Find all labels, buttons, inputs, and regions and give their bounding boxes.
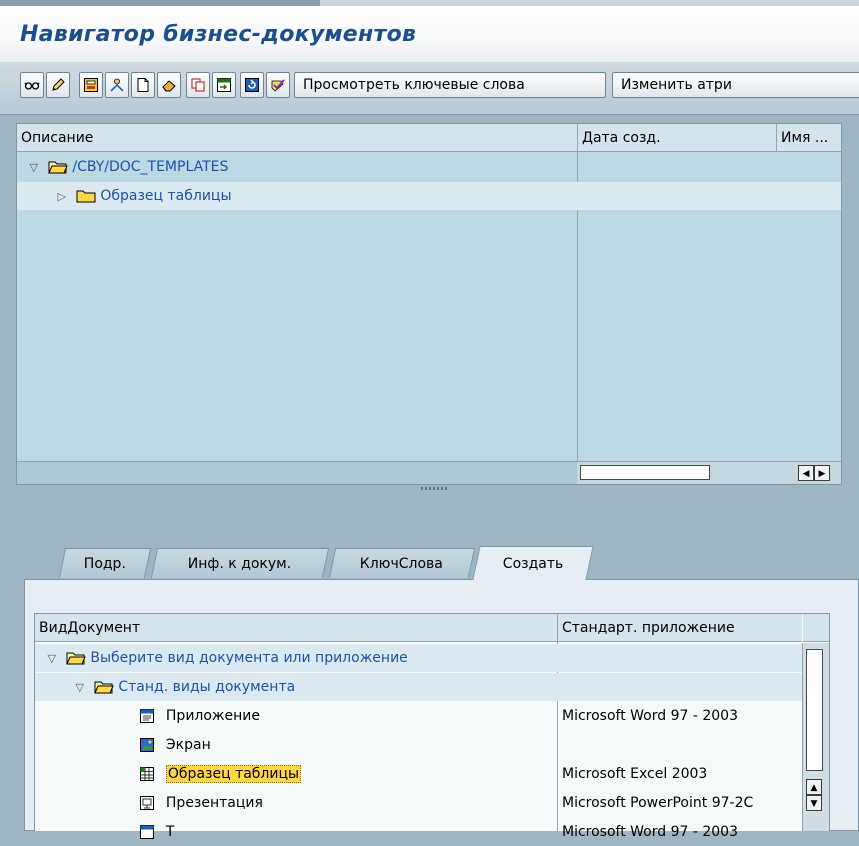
horizontal-scrollbar-left[interactable] (17, 461, 577, 484)
scroll-thumb[interactable] (806, 649, 823, 771)
tab-keywords[interactable]: КлючСлова (328, 548, 476, 578)
application-toolbar: Просмотреть ключевые слова Изменить атри (0, 62, 859, 115)
view-keywords-button[interactable]: Просмотреть ключевые слова (294, 72, 606, 98)
standard-app-cell: Microsoft Word 97 - 2003 (562, 708, 738, 724)
refresh-icon[interactable] (240, 72, 264, 98)
collapse-icon[interactable]: ▽ (29, 154, 43, 182)
tab-create[interactable]: Создать (472, 546, 594, 580)
tree-row[interactable]: ▽ Станд. виды документа (35, 673, 803, 701)
tree-node-label[interactable]: Станд. виды документа (118, 679, 295, 695)
layout-icon[interactable] (79, 72, 103, 98)
change-attributes-button[interactable]: Изменить атри (612, 72, 859, 98)
presentation-icon (140, 796, 155, 810)
tree-node-label[interactable]: Приложение (166, 708, 260, 724)
tab-details[interactable]: Подр. (58, 548, 152, 578)
document-type-tree[interactable]: ВидДокумент Стандарт. приложение ▽ Выбер… (34, 613, 830, 840)
tree-node-label[interactable]: Образец таблицы (100, 188, 231, 204)
tree-node-label[interactable]: Экран (166, 737, 211, 753)
tree-row[interactable]: ▷ Образец таблицы (17, 182, 841, 210)
column-header-description[interactable]: Описание (17, 124, 577, 152)
title-bar-topline (0, 0, 859, 6)
open-folder-icon (48, 161, 68, 174)
collapse-icon[interactable]: ▽ (75, 674, 89, 702)
folder-icon (76, 190, 96, 203)
tree-row[interactable]: ▽ /CBY/DOC_TEMPLATES (17, 153, 841, 181)
scroll-thumb[interactable] (580, 465, 710, 480)
column-header-standard-app[interactable]: Стандарт. приложение (558, 614, 802, 642)
collapse-icon[interactable]: ▽ (47, 645, 61, 673)
scroll-up-icon[interactable]: ▲ (806, 779, 822, 795)
tab-document-info[interactable]: Инф. к докум. (150, 548, 330, 578)
import-icon[interactable] (212, 72, 236, 98)
pencil-icon[interactable] (46, 72, 70, 98)
standard-app-cell: Microsoft Excel 2003 (562, 766, 708, 782)
column-header-doc-type[interactable]: ВидДокумент (35, 614, 557, 642)
expand-icon[interactable]: ▷ (57, 183, 71, 211)
check-icon[interactable] (266, 72, 290, 98)
scroll-down-icon[interactable]: ▼ (806, 795, 822, 811)
new-doc-icon[interactable] (131, 72, 155, 98)
column-divider (776, 124, 777, 152)
column-header-name[interactable]: Имя ... (777, 124, 841, 152)
tree-node-label[interactable]: Презентация (166, 795, 263, 811)
copy-icon[interactable] (186, 72, 210, 98)
scroll-right-icon[interactable]: ▶ (814, 465, 830, 481)
tree-node-label[interactable]: Образец таблицы (165, 765, 302, 783)
spreadsheet-icon (140, 767, 155, 781)
splitter-grip[interactable] (421, 487, 447, 490)
scroll-left-icon[interactable]: ◀ (798, 465, 814, 481)
word-document-icon (140, 825, 155, 839)
word-document-icon (140, 709, 155, 723)
open-folder-icon (94, 681, 114, 694)
glasses-icon[interactable] (20, 72, 44, 98)
tree-node-label[interactable]: Т (166, 824, 175, 840)
column-header-created-date[interactable]: Дата созд. (578, 124, 776, 152)
tree-row[interactable]: Экран (35, 731, 803, 759)
standard-app-cell: Microsoft Word 97 - 2003 (562, 824, 738, 840)
tree-node-label[interactable]: Выберите вид документа или приложение (90, 650, 407, 666)
screen-image-icon (140, 738, 155, 752)
tree-row[interactable]: ▽ Выберите вид документа или приложение (35, 644, 803, 672)
document-tree[interactable]: Описание Дата созд. Имя ... ▽ /CBY/DOC_T… (16, 123, 842, 485)
standard-app-cell: Microsoft PowerPoint 97-2С (562, 795, 754, 811)
panel-splitter[interactable] (16, 486, 842, 492)
column-header-spacer (803, 614, 829, 642)
tree-node-label[interactable]: /CBY/DOC_TEMPLATES (72, 159, 228, 175)
user-tree-icon[interactable] (105, 72, 129, 98)
open-folder-icon (66, 652, 86, 665)
horizontal-scrollbar[interactable]: ◀ ▶ (578, 461, 841, 484)
eraser-icon[interactable] (157, 72, 181, 98)
vertical-scrollbar[interactable]: ▲ ▼ (802, 643, 829, 831)
page-title: Навигатор бизнес-документов (20, 22, 417, 47)
